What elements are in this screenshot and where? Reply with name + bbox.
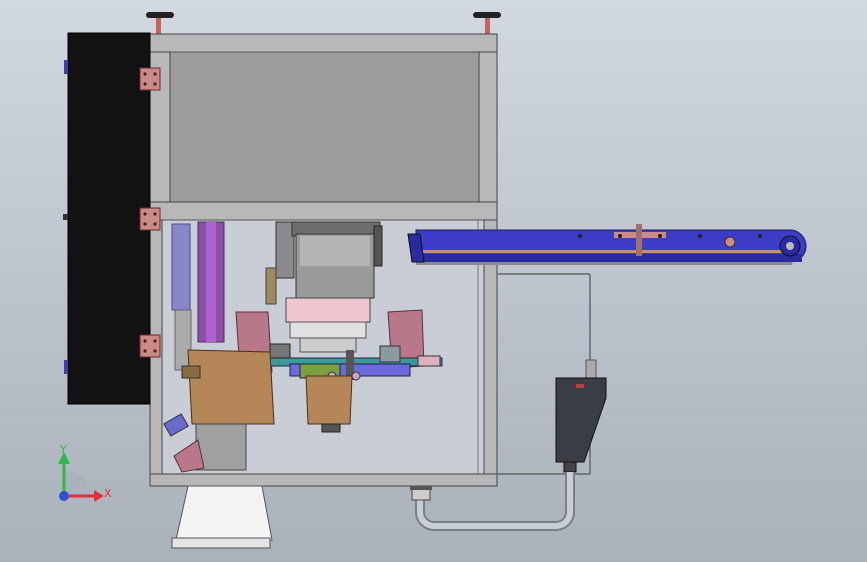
y-axis-label: Y [60, 443, 67, 456]
side-door-panel [63, 32, 151, 405]
machine-drawing [58, 12, 807, 549]
x-axis-label: X [104, 487, 112, 500]
leveling-foot-left [146, 12, 174, 34]
control-box [555, 377, 607, 473]
hinge-bottom [139, 334, 161, 358]
cad-viewport[interactable]: Y X [0, 0, 867, 562]
base-pedestal [171, 485, 273, 549]
conveyor-belt [407, 224, 807, 265]
hinge-middle [139, 207, 161, 231]
hinge-top [139, 67, 161, 91]
hopper-right [305, 375, 353, 433]
coordinate-triad [58, 452, 104, 502]
leveling-foot-right [473, 12, 501, 34]
